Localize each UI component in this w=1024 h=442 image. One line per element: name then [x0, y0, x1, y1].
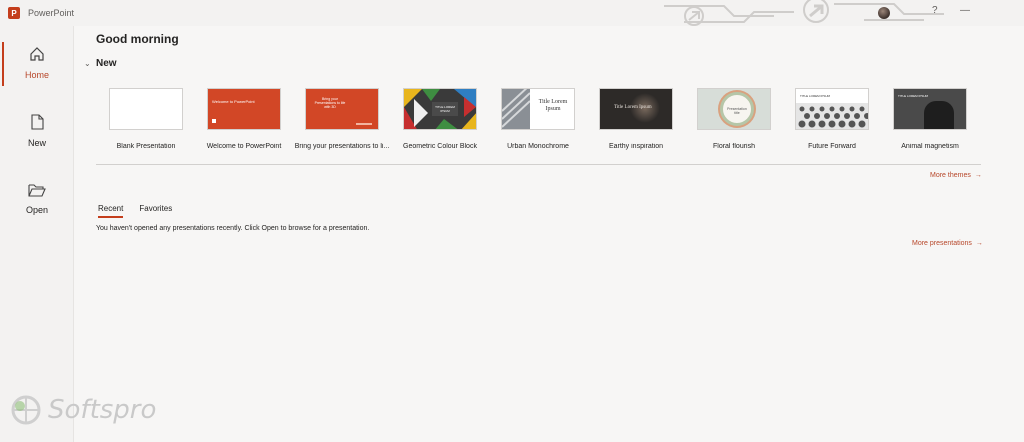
template-welcome[interactable]: Welcome to PowerPoint Welcome to PowerPo… [196, 88, 292, 150]
minimize-button[interactable]: — [960, 5, 970, 16]
hexagon-pattern-icon [796, 103, 868, 129]
nav-new[interactable]: New [0, 102, 74, 160]
template-thumbnail[interactable]: Bring your Presentations to life with 3D [305, 88, 379, 130]
greeting-heading: Good morning [96, 32, 179, 46]
template-label: Future Forward [808, 143, 856, 150]
more-themes-label: More themes [930, 172, 971, 179]
thumbnail-title: Welcome to PowerPoint [212, 99, 255, 104]
new-section-header[interactable]: ⌄ New [84, 58, 117, 69]
template-thumbnail[interactable]: TITLE LOREM IPSUM [893, 88, 967, 130]
template-geometric-colour-block[interactable]: TITLE LOREM IPSUM Geometric Colour Block [392, 88, 488, 150]
watermark: Softspro [8, 392, 156, 428]
template-label: Bring your presentations to li... [294, 143, 390, 150]
template-thumbnail[interactable]: Title Lorem Ipsum [599, 88, 673, 130]
template-thumbnail[interactable]: Presentation title [697, 88, 771, 130]
template-label: Geometric Colour Block [403, 143, 477, 150]
user-avatar[interactable] [878, 7, 890, 19]
section-divider [96, 164, 981, 165]
template-thumbnail[interactable]: Title Lorem Ipsum [501, 88, 575, 130]
template-thumbnail[interactable]: TITLE LOREM IPSUM [795, 88, 869, 130]
powerpoint-logo-icon: P [8, 7, 20, 19]
template-earthy-inspiration[interactable]: Title Lorem Ipsum Earthy inspiration [588, 88, 684, 150]
more-presentations-label: More presentations [912, 240, 972, 247]
title-bar-decoration [664, 0, 944, 26]
template-label: Urban Monochrome [507, 143, 569, 150]
more-presentations-link[interactable]: More presentations → [912, 240, 983, 247]
nav-home[interactable]: Home [0, 34, 74, 92]
title-bar: P PowerPoint ? — [0, 0, 1024, 26]
main-content: Good morning ⌄ New Blank Presentation We… [74, 26, 1024, 442]
tab-favorites[interactable]: Favorites [139, 204, 172, 218]
help-icon[interactable]: ? [932, 5, 938, 16]
app-name: PowerPoint [28, 8, 75, 18]
empty-recent-message: You haven't opened any presentations rec… [96, 225, 370, 232]
more-themes-link[interactable]: More themes → [930, 172, 982, 179]
nav-open[interactable]: Open [0, 170, 74, 228]
template-thumbnail[interactable]: TITLE LOREM IPSUM [403, 88, 477, 130]
template-label: Animal magnetism [901, 143, 959, 150]
template-label: Floral flourish [712, 143, 755, 150]
thumbnail-title: Presentation title [727, 107, 747, 115]
nav-open-label: Open [25, 205, 49, 215]
template-thumbnail[interactable]: Welcome to PowerPoint [207, 88, 281, 130]
thumbnail-title: TITLE LOREM IPSUM [898, 94, 929, 98]
thumbnail-title: TITLE LOREM IPSUM [800, 94, 831, 98]
thumbnail-accent [356, 123, 372, 125]
template-floral-flourish[interactable]: Presentation title Floral flourish [686, 88, 782, 150]
watermark-logo-icon [11, 395, 41, 425]
nav-new-label: New [27, 138, 46, 148]
thumbnail-title: Bring your Presentations to life with 3D [314, 97, 346, 110]
template-thumbnail[interactable] [109, 88, 183, 130]
left-navigation: Home New Open [0, 26, 74, 442]
city-photo-icon [502, 89, 530, 129]
template-label: Blank Presentation [116, 143, 176, 150]
template-label: Earthy inspiration [608, 143, 664, 150]
new-file-icon [30, 114, 44, 130]
arrow-right-icon: → [975, 240, 983, 247]
folder-open-icon [28, 183, 46, 197]
template-gallery: Blank Presentation Welcome to PowerPoint… [98, 88, 998, 158]
watermark-text: Softspro [48, 395, 157, 425]
arrow-right-icon: → [974, 172, 982, 179]
template-3d[interactable]: Bring your Presentations to life with 3D… [294, 88, 390, 150]
dog-photo-icon [924, 101, 954, 129]
template-future-forward[interactable]: TITLE LOREM IPSUM Future Forward [784, 88, 880, 150]
template-label: Welcome to PowerPoint [206, 143, 282, 150]
template-urban-monochrome[interactable]: Title Lorem Ipsum Urban Monochrome [490, 88, 586, 150]
thumbnail-title: Title Lorem Ipsum [614, 105, 652, 110]
nav-home-label: Home [24, 70, 49, 80]
template-blank-presentation[interactable]: Blank Presentation [98, 88, 194, 150]
template-animal-magnetism[interactable]: TITLE LOREM IPSUM Animal magnetism [882, 88, 978, 150]
recent-tabs: Recent Favorites [98, 204, 172, 218]
tab-recent[interactable]: Recent [98, 204, 124, 218]
new-section-title: New [96, 58, 117, 69]
chevron-down-icon[interactable]: ⌄ [84, 59, 96, 68]
thumbnail-title: TITLE LOREM IPSUM [435, 105, 455, 113]
thumbnail-title: Title Lorem Ipsum [538, 99, 568, 112]
home-icon [29, 46, 45, 62]
thumbnail-accent [212, 119, 216, 123]
